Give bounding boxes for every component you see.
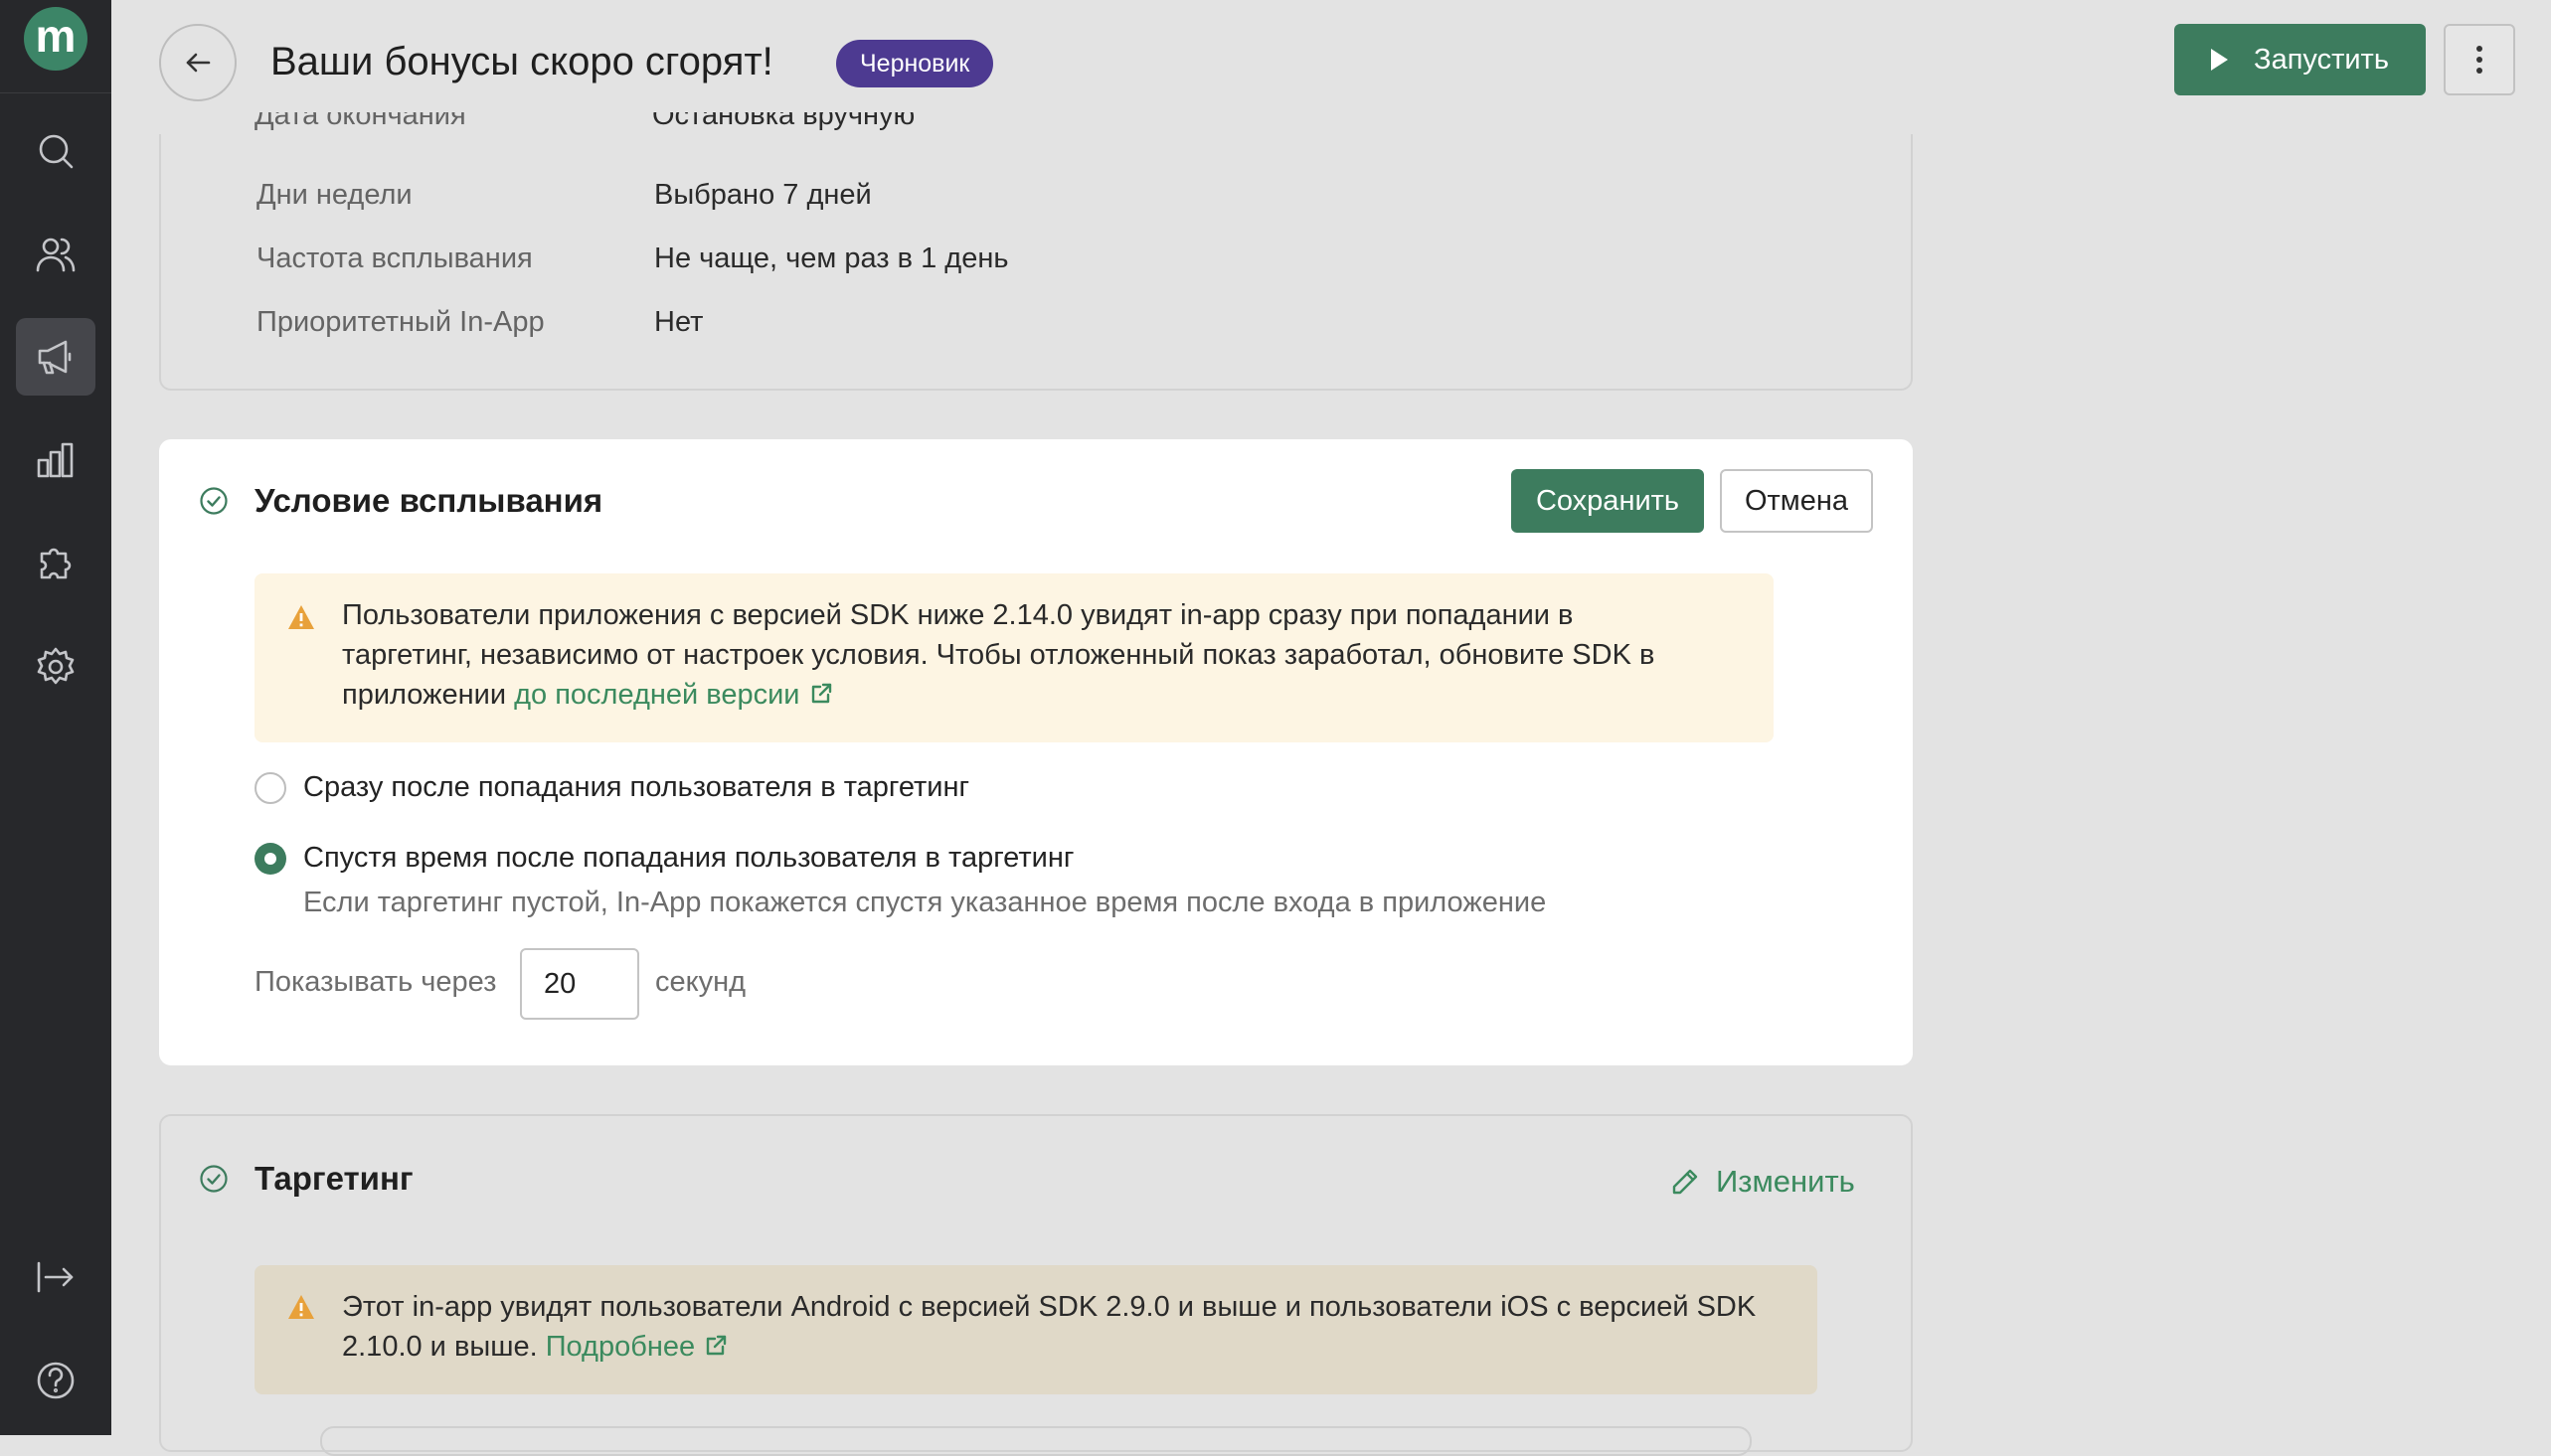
delay-unit-label: секунд (655, 966, 747, 998)
launch-label: Запустить (2254, 43, 2389, 76)
megaphone-icon (38, 340, 72, 375)
link-label: до последней версии (514, 679, 800, 711)
section-title: Таргетинг (255, 1160, 414, 1197)
edit-targeting-link[interactable]: Изменить (1670, 1164, 1855, 1200)
sidebar-item-settings[interactable] (16, 628, 95, 706)
warning-line: Пользователи приложения с версией SDK ни… (342, 599, 1574, 631)
summary-value: Остановка вручную (652, 112, 916, 131)
delay-prefix-label: Показывать через (255, 966, 497, 998)
warning-text: Этот in-app увидят пользователи Android … (342, 1287, 1756, 1367)
check-circle-icon (199, 486, 229, 516)
back-button[interactable] (159, 24, 237, 101)
sidebar-item-customers[interactable] (16, 216, 95, 293)
warning-icon (286, 603, 316, 631)
radio-delayed[interactable] (255, 843, 286, 875)
gear-icon (37, 647, 75, 685)
kebab-dot (2476, 57, 2482, 63)
targeting-card: Таргетинг Изменить Этот in-app увидят по… (159, 1114, 1913, 1456)
sidebar-item-analytics[interactable] (16, 421, 95, 499)
sidebar-item-campaigns[interactable] (16, 318, 95, 396)
summary-label: Частота всплывания (256, 243, 533, 274)
arrow-left-icon (186, 53, 211, 73)
users-icon (36, 238, 76, 272)
summary-label: Дни недели (256, 179, 413, 211)
summary-row-weekdays: Дни недели Выбрано 7 дней (256, 179, 872, 212)
puzzle-icon (40, 548, 72, 579)
summary-value: Не чаще, чем раз в 1 день (654, 243, 1009, 274)
warning-line-text: 2.10.0 и выше. (342, 1331, 546, 1363)
delay-seconds-input[interactable]: 20 (520, 948, 639, 1020)
sidebar-item-search[interactable] (16, 112, 95, 190)
kebab-dot (2476, 68, 2482, 74)
edit-label: Изменить (1716, 1164, 1855, 1199)
pencil-icon (1672, 1169, 1698, 1195)
warning-line-text: приложении (342, 679, 515, 711)
delay-value: 20 (544, 967, 577, 1000)
radio-immediate[interactable] (255, 772, 286, 804)
sidebar-divider (0, 92, 111, 93)
warning-line: Этот in-app увидят пользователи Android … (342, 1291, 1757, 1323)
logo-letter: m (35, 10, 77, 62)
help-icon (37, 1362, 75, 1399)
summary-row-end-date: Дата окончания Остановка вручную (255, 112, 2243, 134)
warning-line: таргетинг, независимо от настроек услови… (342, 639, 1655, 671)
play-icon (2211, 49, 2229, 71)
targeting-sdk-warning: Этот in-app увидят пользователи Android … (255, 1265, 1817, 1394)
more-options-button[interactable] (2444, 24, 2515, 95)
more-info-link[interactable]: Подробнее (546, 1331, 729, 1363)
radio-delayed-hint: Если таргетинг пустой, In-App покажется … (303, 887, 1547, 918)
summary-row-frequency: Частота всплывания Не чаще, чем раз в 1 … (256, 243, 1008, 275)
cancel-button[interactable]: Отмена (1720, 469, 1873, 533)
warning-line: приложении до последней версии (342, 675, 1654, 715)
warning-icon (286, 1293, 316, 1321)
external-link-icon (703, 1330, 729, 1356)
sdk-warning: Пользователи приложения с версией SDK ни… (255, 573, 1774, 742)
targeting-segment-box (320, 1426, 1752, 1456)
sidebar-item-integrations[interactable] (16, 525, 95, 602)
section-title: Условие всплывания (255, 482, 603, 519)
latest-version-link[interactable]: до последней версии (514, 679, 833, 711)
summary-value: Выбрано 7 дней (654, 179, 872, 211)
chart-icon (37, 442, 74, 478)
summary-label: Дата окончания (255, 112, 466, 131)
sidebar-item-logout[interactable] (16, 1238, 95, 1316)
check-circle-icon (199, 1164, 229, 1194)
launch-button[interactable]: Запустить (2174, 24, 2426, 95)
sidebar-item-help[interactable] (16, 1342, 95, 1419)
summary-value: Нет (654, 306, 704, 338)
warning-line: 2.10.0 и выше. Подробнее (342, 1327, 1756, 1367)
external-link-icon (808, 678, 834, 704)
logo[interactable]: m (24, 7, 87, 71)
radio-immediate-label[interactable]: Сразу после попадания пользователя в тар… (303, 771, 969, 804)
save-button[interactable]: Сохранить (1511, 469, 1704, 533)
radio-delayed-label[interactable]: Спустя время после попадания пользовател… (303, 842, 1074, 875)
summary-row-priority: Приоритетный In-App Нет (256, 306, 703, 339)
summary-card: Дни недели Выбрано 7 дней Частота всплыв… (159, 134, 1913, 391)
logout-icon (37, 1261, 74, 1293)
sidebar: m (0, 0, 111, 1435)
trigger-condition-card: Условие всплывания Сохранить Отмена Поль… (159, 439, 1913, 1065)
kebab-dot (2476, 46, 2482, 52)
status-badge: Черновик (836, 40, 994, 87)
search-icon (39, 134, 74, 169)
warning-text: Пользователи приложения с версией SDK ни… (342, 595, 1654, 715)
summary-label: Приоритетный In-App (256, 306, 545, 338)
page-title: Ваши бонусы скоро сгорят! (270, 40, 773, 83)
link-label: Подробнее (545, 1331, 696, 1363)
